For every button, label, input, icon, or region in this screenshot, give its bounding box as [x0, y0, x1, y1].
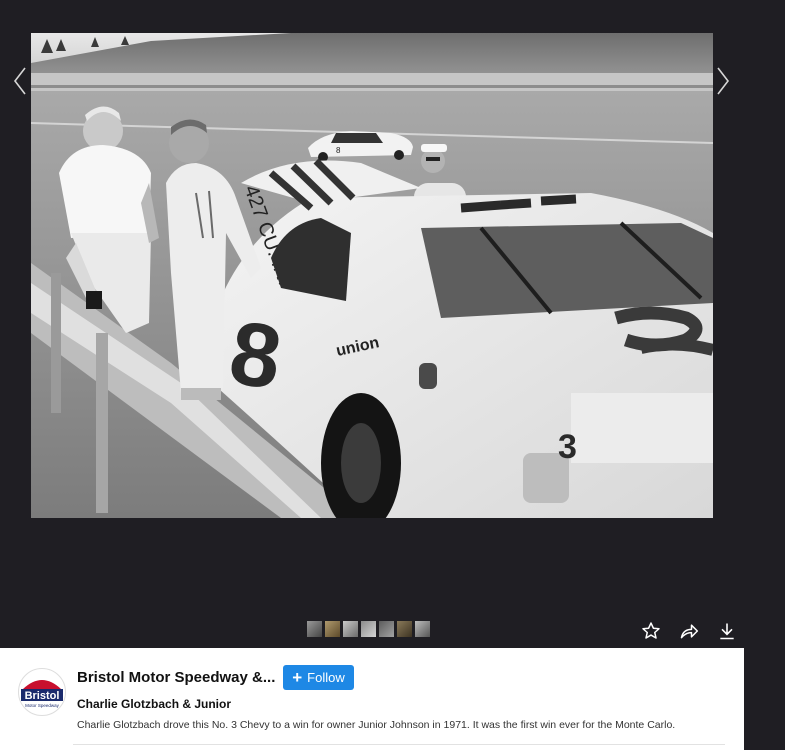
download-icon — [720, 623, 734, 640]
star-icon — [642, 622, 660, 639]
share-button[interactable] — [678, 620, 700, 642]
divider — [73, 744, 725, 745]
photo-actions — [640, 620, 738, 642]
thumbnail[interactable] — [379, 621, 394, 637]
chevron-left-icon — [13, 67, 26, 95]
photo-description: Charlie Glotzbach drove this No. 3 Chevy… — [77, 719, 676, 731]
photo-title: Charlie Glotzbach & Junior — [77, 697, 232, 711]
account-name[interactable]: Bristol Motor Speedway &... — [77, 669, 275, 686]
share-icon — [680, 624, 699, 639]
main-photo[interactable]: 8 427 CU. IN. 8 union 3 — [31, 33, 713, 518]
favorite-button[interactable] — [640, 620, 662, 642]
thumbnail[interactable] — [397, 621, 412, 637]
thumbnail[interactable] — [361, 621, 376, 637]
race-car-photo: 8 427 CU. IN. 8 union 3 — [31, 33, 713, 518]
next-photo-button[interactable] — [716, 66, 730, 96]
avatar-subtext: Motor Speedway — [25, 703, 60, 708]
thumbnail[interactable] — [307, 621, 322, 637]
thumbnail[interactable] — [343, 621, 358, 637]
follow-label: Follow — [307, 670, 345, 685]
right-gutter — [744, 648, 785, 750]
thumbnail[interactable] — [415, 621, 430, 637]
previous-photo-button[interactable] — [13, 66, 27, 96]
photo-viewer: 8 427 CU. IN. 8 union 3 — [0, 0, 785, 648]
thumbnail[interactable] — [325, 621, 340, 637]
plus-icon: + — [292, 667, 303, 687]
follow-button[interactable]: + Follow — [283, 665, 354, 690]
tail-number: 3 — [558, 428, 577, 466]
chevron-right-icon — [717, 67, 730, 95]
download-button[interactable] — [716, 620, 738, 642]
bristol-logo-icon: Bristol Motor Speedway — [21, 680, 63, 708]
account-avatar[interactable]: Bristol Motor Speedway — [18, 668, 66, 716]
avatar-text: Bristol — [25, 690, 60, 702]
svg-text:8: 8 — [336, 146, 341, 155]
thumbnail-strip — [307, 621, 430, 637]
